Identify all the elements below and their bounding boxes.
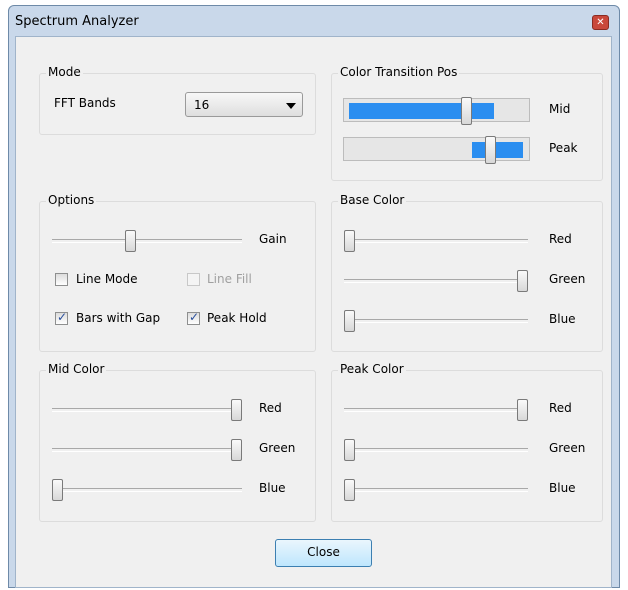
peak-blue-slider-thumb[interactable] bbox=[344, 479, 355, 501]
bars-with-gap-checkbox[interactable]: ✓ bbox=[55, 310, 68, 325]
base-red-slider-thumb[interactable] bbox=[344, 230, 355, 252]
mode-group: Mode FFT Bands 16 bbox=[39, 65, 316, 135]
base-color-group: Base Color Red Green Blue bbox=[331, 193, 603, 352]
peak-blue-slider-track[interactable] bbox=[344, 488, 528, 492]
peak-transition-thumb[interactable] bbox=[485, 136, 496, 164]
gain-label: Gain bbox=[259, 232, 287, 246]
window-title: Spectrum Analyzer bbox=[15, 14, 139, 29]
peak-blue-label: Blue bbox=[549, 481, 576, 495]
line-fill-checkbox[interactable] bbox=[187, 273, 200, 286]
color-transition-group-title: Color Transition Pos bbox=[338, 65, 460, 79]
title-bar: Spectrum Analyzer ✕ bbox=[9, 6, 619, 36]
peak-red-label: Red bbox=[549, 401, 572, 415]
line-mode-checkbox[interactable] bbox=[55, 273, 68, 286]
options-group: Options Gain Line Mode Line Fill ✓ Bars … bbox=[39, 193, 316, 352]
mid-blue-label: Blue bbox=[259, 481, 286, 495]
base-red-slider-track[interactable] bbox=[344, 239, 528, 243]
gain-slider-thumb[interactable] bbox=[125, 230, 137, 252]
mid-red-slider-track[interactable] bbox=[52, 408, 242, 412]
mid-color-group-title: Mid Color bbox=[46, 362, 107, 376]
peak-label: Peak bbox=[549, 141, 578, 155]
peak-color-group: Peak Color Red Green Blue bbox=[331, 362, 603, 522]
dialog-client-area: Mode FFT Bands 16 Color Transition Pos M… bbox=[15, 36, 612, 588]
mid-blue-slider-track[interactable] bbox=[52, 488, 242, 492]
mid-green-label: Green bbox=[259, 441, 296, 455]
peak-green-slider-thumb[interactable] bbox=[344, 439, 355, 461]
base-green-slider-thumb[interactable] bbox=[517, 270, 528, 292]
mid-label: Mid bbox=[549, 102, 571, 116]
base-blue-slider-thumb[interactable] bbox=[344, 310, 355, 332]
options-group-title: Options bbox=[46, 193, 97, 207]
base-green-slider-track[interactable] bbox=[344, 279, 528, 283]
base-blue-slider-track[interactable] bbox=[344, 319, 528, 323]
mid-red-slider-thumb[interactable] bbox=[231, 399, 242, 421]
close-button[interactable]: Close bbox=[275, 539, 372, 567]
mid-green-slider-thumb[interactable] bbox=[231, 439, 242, 461]
check-icon: ✓ bbox=[189, 310, 200, 324]
fft-bands-value: 16 bbox=[194, 98, 210, 112]
fft-bands-label: FFT Bands bbox=[54, 96, 116, 110]
bars-with-gap-label[interactable]: Bars with Gap bbox=[76, 311, 160, 325]
peak-transition-slider[interactable] bbox=[343, 136, 530, 164]
mode-group-title: Mode bbox=[46, 65, 83, 79]
peak-green-slider-track[interactable] bbox=[344, 448, 528, 452]
peak-transition-fill bbox=[472, 142, 523, 158]
base-blue-label: Blue bbox=[549, 312, 576, 326]
mid-color-group: Mid Color Red Green Blue bbox=[39, 362, 316, 522]
peak-hold-checkbox[interactable]: ✓ bbox=[187, 310, 200, 325]
mid-green-slider-track[interactable] bbox=[52, 448, 242, 452]
chevron-down-icon bbox=[286, 103, 296, 109]
line-mode-label[interactable]: Line Mode bbox=[76, 272, 138, 286]
peak-color-group-title: Peak Color bbox=[338, 362, 406, 376]
check-icon: ✓ bbox=[57, 310, 68, 324]
line-fill-label[interactable]: Line Fill bbox=[207, 272, 252, 286]
spectrum-analyzer-window: Spectrum Analyzer ✕ Mode FFT Bands 16 Co… bbox=[8, 5, 620, 588]
mid-transition-slider[interactable] bbox=[343, 97, 530, 125]
mid-red-label: Red bbox=[259, 401, 282, 415]
mid-transition-thumb[interactable] bbox=[461, 97, 472, 125]
color-transition-group: Color Transition Pos Mid Peak bbox=[331, 65, 603, 181]
fft-bands-select[interactable]: 16 bbox=[185, 92, 303, 117]
base-green-label: Green bbox=[549, 272, 586, 286]
mid-transition-fill bbox=[349, 103, 494, 119]
peak-red-slider-track[interactable] bbox=[344, 408, 528, 412]
base-color-group-title: Base Color bbox=[338, 193, 407, 207]
base-red-label: Red bbox=[549, 232, 572, 246]
close-icon[interactable]: ✕ bbox=[592, 15, 609, 30]
gain-slider-track[interactable] bbox=[52, 239, 242, 243]
peak-hold-label[interactable]: Peak Hold bbox=[207, 311, 267, 325]
peak-green-label: Green bbox=[549, 441, 586, 455]
mid-blue-slider-thumb[interactable] bbox=[52, 479, 63, 501]
peak-red-slider-thumb[interactable] bbox=[517, 399, 528, 421]
